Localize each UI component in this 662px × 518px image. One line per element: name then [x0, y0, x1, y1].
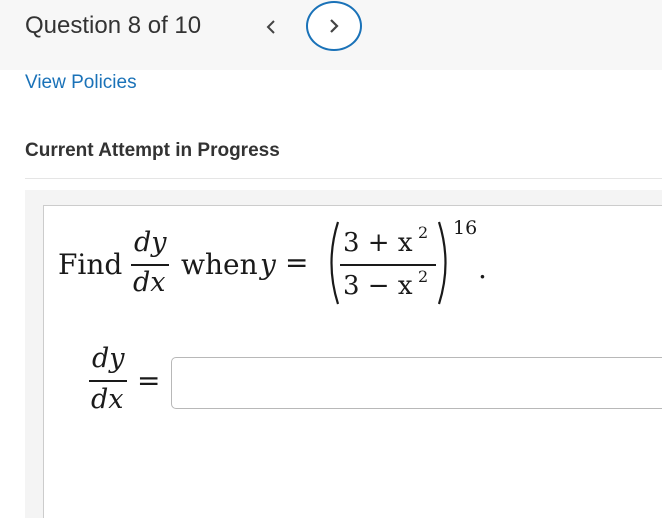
chevron-right-icon	[330, 19, 339, 33]
equals-sign: =	[285, 246, 309, 279]
denominator: 3 − x	[343, 271, 413, 301]
period: .	[478, 252, 487, 285]
question-dy: dy	[134, 227, 167, 258]
right-parenthesis	[437, 221, 447, 305]
when-text: when	[181, 248, 258, 281]
divider	[25, 178, 662, 179]
answer-dy: dy	[92, 343, 125, 374]
outer-exponent: 16	[453, 217, 478, 239]
find-text: Find	[58, 248, 123, 281]
chevron-left-icon	[266, 20, 275, 34]
previous-question-button[interactable]	[258, 12, 284, 42]
answer-equals-sign: =	[137, 364, 161, 397]
numerator-exponent: 2	[418, 223, 429, 242]
answer-fraction-bar	[89, 380, 127, 382]
denominator-exponent: 2	[418, 267, 429, 286]
next-question-button[interactable]	[306, 1, 362, 51]
y-variable: y	[260, 248, 276, 281]
answer-dx: dx	[91, 384, 124, 415]
left-parenthesis	[330, 221, 340, 305]
numerator: 3 + x	[343, 228, 413, 258]
question-fraction-bar	[131, 264, 169, 266]
inner-fraction-bar	[340, 264, 436, 266]
question-dx: dx	[133, 267, 166, 298]
view-policies-link[interactable]: View Policies	[25, 72, 137, 94]
attempt-status-heading: Current Attempt in Progress	[25, 140, 280, 161]
answer-input[interactable]	[171, 357, 662, 409]
question-counter: Question 8 of 10	[25, 12, 202, 39]
